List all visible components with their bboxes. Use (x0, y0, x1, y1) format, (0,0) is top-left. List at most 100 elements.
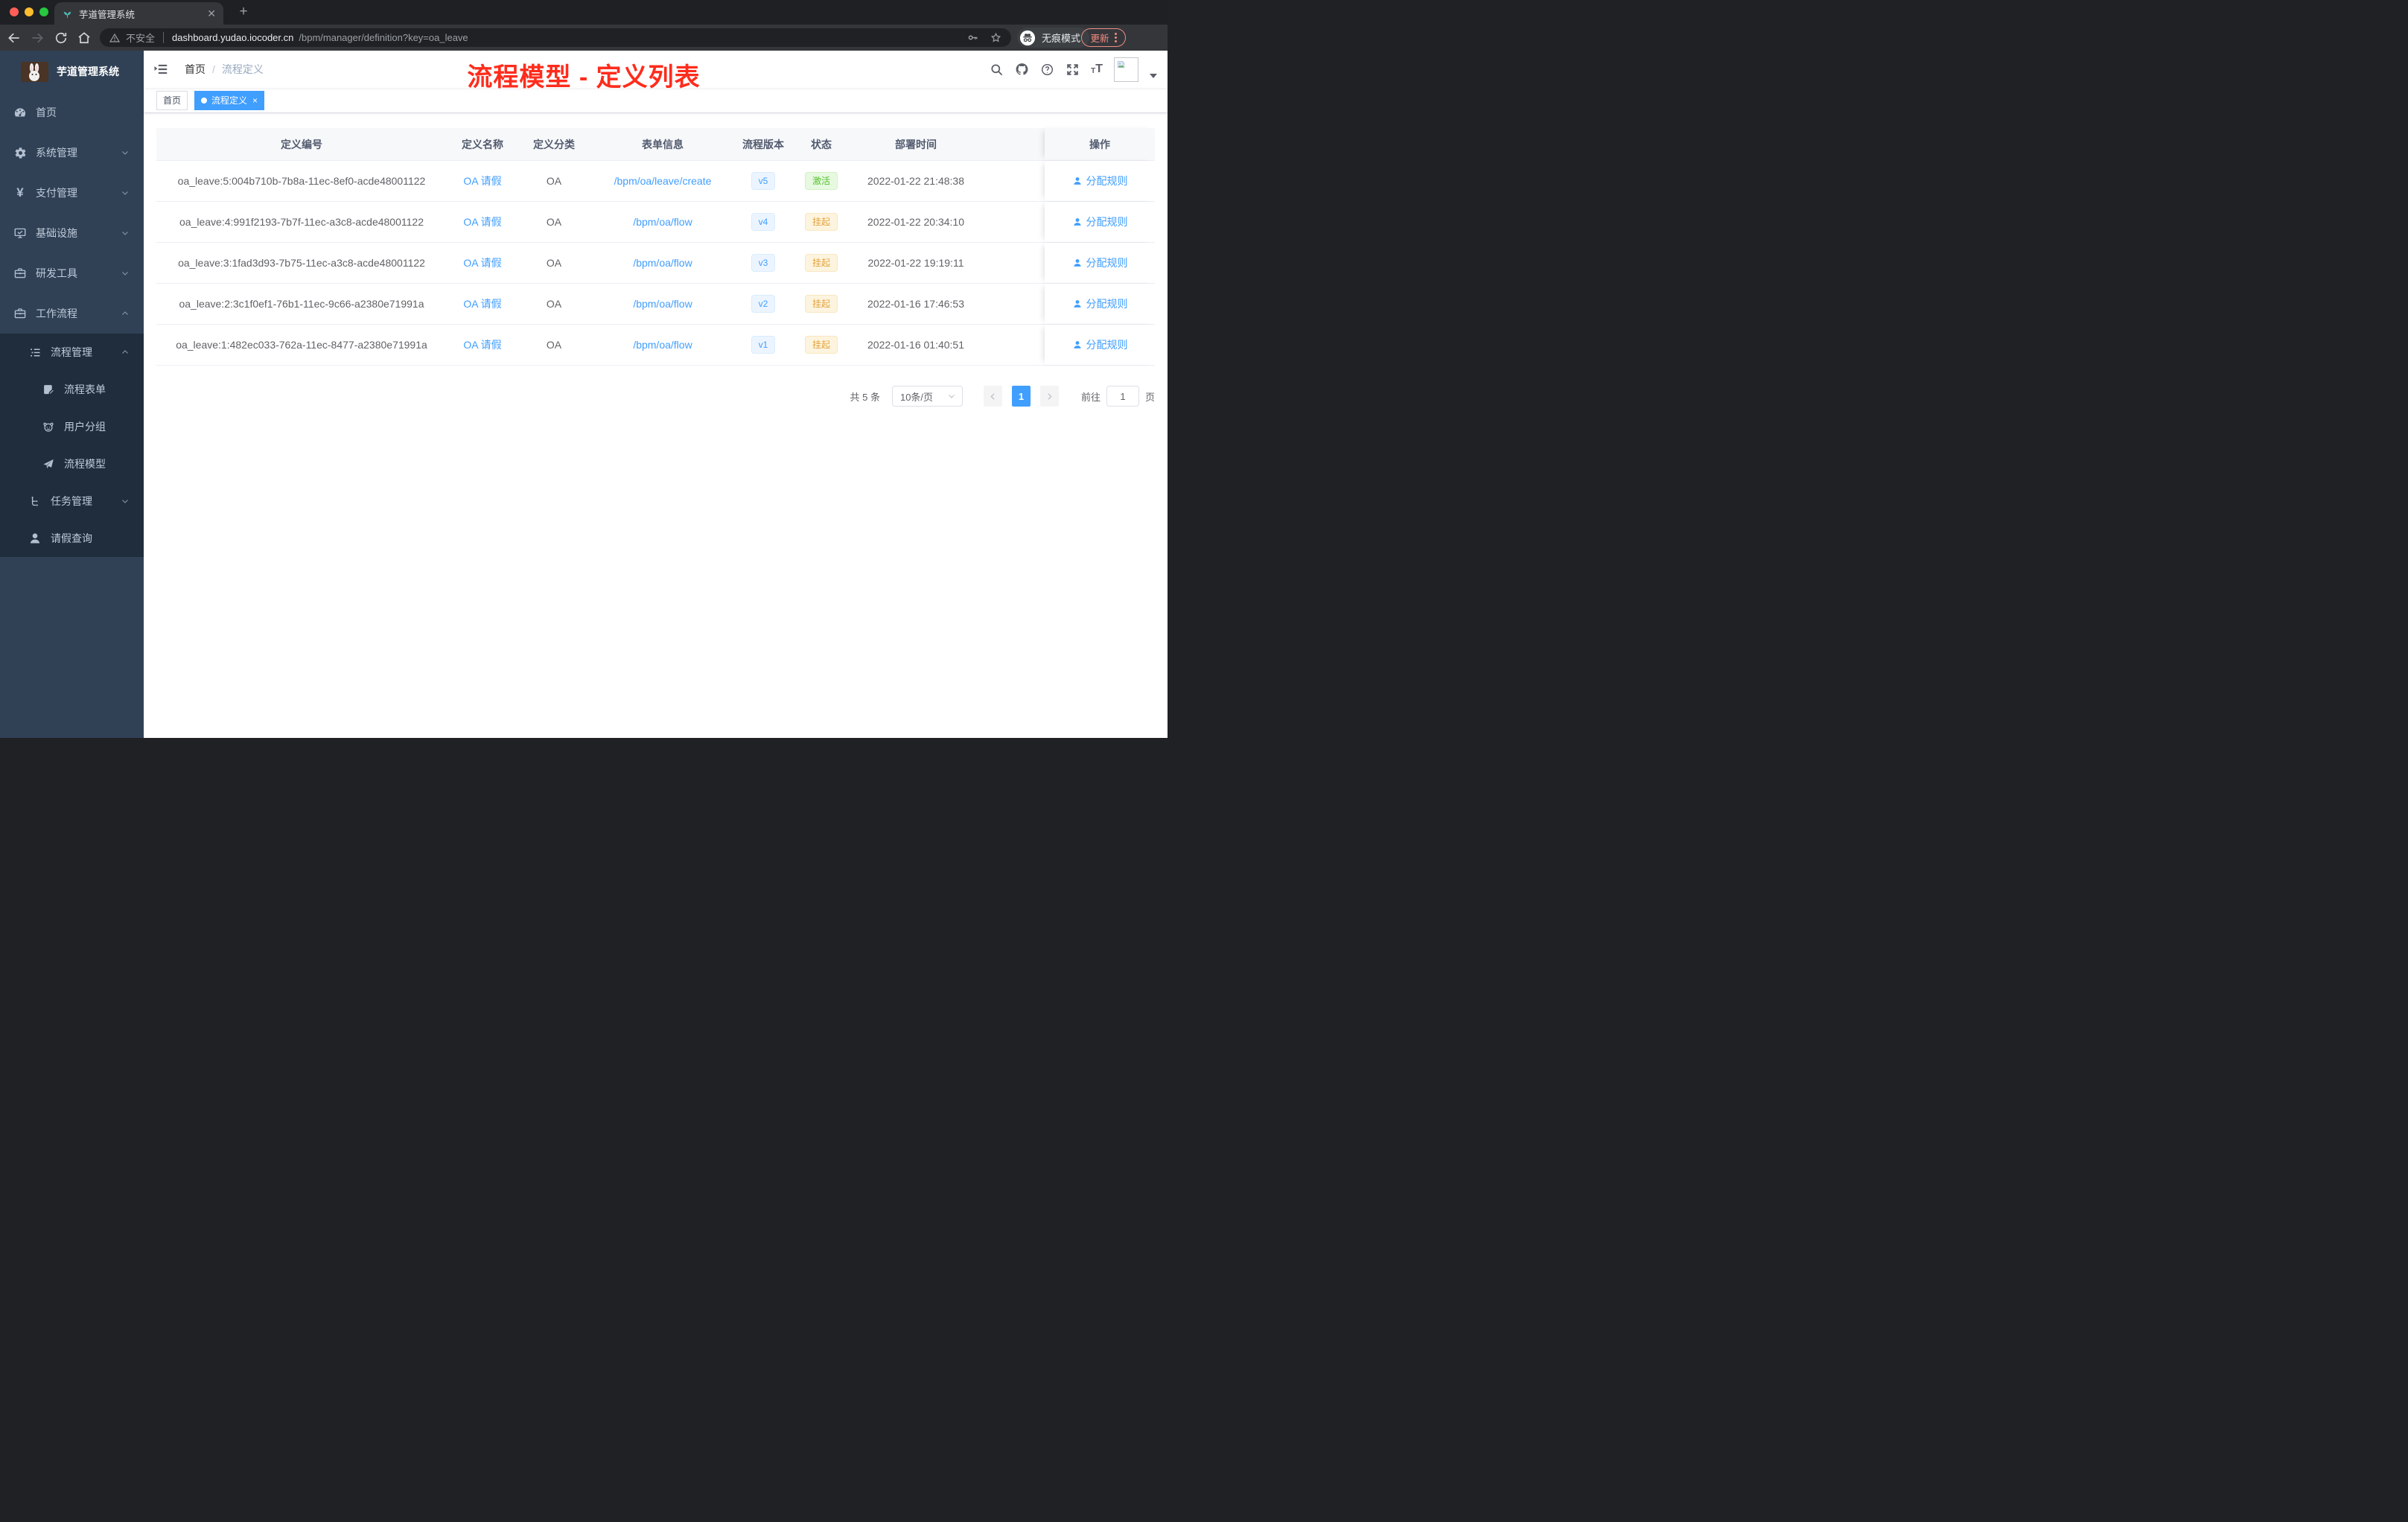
key-icon[interactable] (966, 31, 979, 44)
reload-icon[interactable] (54, 31, 69, 45)
status-badge: 挂起 (804, 336, 838, 354)
broken-image-icon (1117, 60, 1125, 68)
font-size-icon[interactable]: TT (1091, 63, 1103, 75)
github-icon[interactable] (1015, 63, 1029, 77)
yen-icon: ¥ (16, 185, 24, 200)
tag-home[interactable]: 首页 (156, 90, 188, 110)
breadcrumb-separator: / (212, 63, 215, 75)
update-label[interactable]: 更新 (1090, 31, 1109, 45)
definition-id: oa_leave:5:004b710b-7b8a-11ec-8ef0-acde4… (177, 175, 426, 187)
filler-cell (980, 202, 1045, 242)
new-tab-button[interactable]: + (234, 4, 253, 22)
avatar-dropdown-icon[interactable] (1150, 74, 1157, 78)
goto-page-input[interactable] (1106, 386, 1139, 407)
sidebar-item-dev-tools[interactable]: 研发工具 (0, 253, 144, 293)
fullscreen-icon[interactable] (1066, 63, 1080, 77)
incognito-badge: 无痕模式 (1017, 28, 1090, 48)
form-info-link[interactable]: /bpm/oa/flow (633, 216, 692, 228)
form-info-link[interactable]: /bpm/oa/flow (633, 257, 692, 269)
next-page-button[interactable] (1039, 386, 1059, 407)
flow-tree-icon (28, 494, 42, 508)
window-controls[interactable] (10, 7, 48, 16)
hamburger-icon[interactable] (153, 62, 168, 77)
tags-view-bar: 首页 流程定义 × (144, 88, 1168, 113)
back-icon[interactable] (7, 31, 22, 45)
paper-plane-icon (42, 457, 55, 471)
sidebar-item-label: 研发工具 (36, 267, 77, 279)
assign-rule-link[interactable]: 分配规则 (1072, 337, 1128, 352)
sidebar-item-home[interactable]: 首页 (0, 92, 144, 133)
sidebar-item-user-group[interactable]: 用户分组 (0, 408, 144, 445)
version-badge: v5 (751, 172, 776, 190)
browser-menu-icon[interactable] (1114, 33, 1117, 42)
forward-icon[interactable] (30, 31, 45, 45)
table-row: oa_leave:3:1fad3d93-7b75-11ec-a3c8-acde4… (156, 243, 1155, 284)
address-bar[interactable]: 不安全 dashboard.yudao.iocoder.cn/bpm/manag… (100, 28, 1011, 47)
assign-rule-link[interactable]: 分配规则 (1072, 255, 1128, 270)
form-info-link[interactable]: /bpm/oa/leave/create (614, 175, 712, 187)
sidebar-item-infrastructure[interactable]: 基础设施 (0, 213, 144, 253)
help-icon[interactable] (1040, 63, 1054, 77)
assign-rule-link[interactable]: 分配规则 (1072, 296, 1128, 311)
sidebar-item-process-model[interactable]: 流程模型 (0, 445, 144, 483)
definition-name-link[interactable]: OA 请假 (463, 337, 501, 352)
current-page-button[interactable]: 1 (1011, 386, 1031, 407)
home-icon[interactable] (77, 31, 92, 45)
maximize-window-button[interactable] (39, 7, 48, 16)
definition-name-link[interactable]: OA 请假 (463, 214, 501, 229)
update-button[interactable]: 更新 (1081, 28, 1126, 47)
assign-rule-label: 分配规则 (1086, 298, 1128, 310)
sidebar-item-process-management[interactable]: 流程管理 (0, 334, 144, 371)
sidebar-item-leave-query[interactable]: 请假查询 (0, 520, 144, 557)
form-info-link[interactable]: /bpm/oa/flow (633, 339, 692, 351)
security-warning-icon[interactable] (109, 32, 121, 44)
definition-category: OA (546, 216, 562, 228)
browser-tab[interactable]: 芋道管理系统 ✕ (54, 2, 223, 25)
avatar[interactable] (1114, 57, 1138, 82)
table-row: oa_leave:2:3c1f0ef1-76b1-11ec-9c66-a2380… (156, 284, 1155, 325)
assign-rule-link[interactable]: 分配规则 (1072, 173, 1128, 188)
sidebar: 芋道管理系统 首页 系统管理 ¥ 支付管理 基础设施研发工具工作流程 流程管理流程表单用户… (0, 51, 144, 738)
sidebar-item-system-management[interactable]: 系统管理 (0, 133, 144, 173)
sidebar-logo[interactable]: 芋道管理系统 (0, 51, 144, 92)
form-info-link[interactable]: /bpm/oa/flow (633, 298, 692, 310)
prev-page-button[interactable] (983, 386, 1002, 407)
incognito-label: 无痕模式 (1042, 33, 1081, 44)
status-badge: 挂起 (804, 295, 838, 313)
assign-rule-link[interactable]: 分配规则 (1072, 214, 1128, 229)
breadcrumb-home[interactable]: 首页 (185, 62, 206, 77)
tag-process-definition[interactable]: 流程定义 × (194, 90, 265, 110)
filler-cell (980, 284, 1045, 324)
security-label[interactable]: 不安全 (126, 31, 155, 45)
sidebar-item-task-management[interactable]: 任务管理 (0, 483, 144, 520)
page-size-select[interactable]: 10条/页 (891, 386, 963, 407)
favicon-plant-icon (62, 8, 73, 19)
sidebar-item-payment-management[interactable]: ¥ 支付管理 (0, 173, 144, 213)
chevron-down-icon (949, 395, 955, 398)
tag-close-icon[interactable]: × (252, 95, 258, 106)
definition-name-link[interactable]: OA 请假 (463, 255, 501, 270)
bookmark-star-icon[interactable] (990, 31, 1002, 44)
goto-label: 前往 (1080, 391, 1101, 403)
user-icon (28, 532, 42, 545)
definition-id: oa_leave:2:3c1f0ef1-76b1-11ec-9c66-a2380… (179, 298, 424, 310)
incognito-icon (1019, 30, 1036, 46)
definition-name-link[interactable]: OA 请假 (463, 173, 501, 188)
sidebar-item-process-form[interactable]: 流程表单 (0, 371, 144, 408)
version-badge: v3 (751, 254, 776, 272)
chevron-down-icon (121, 188, 130, 197)
sidebar-item-workflow[interactable]: 工作流程 (0, 293, 144, 334)
definition-name-link[interactable]: OA 请假 (463, 296, 501, 311)
definition-category: OA (546, 298, 562, 310)
definition-category: OA (546, 257, 562, 269)
form-edit-icon (42, 383, 55, 396)
minimize-window-button[interactable] (25, 7, 34, 16)
search-icon[interactable] (990, 63, 1004, 77)
col-header-process-version: 流程版本 (742, 138, 784, 150)
version-badge: v1 (751, 336, 776, 354)
table-row: oa_leave:4:991f2193-7b7f-11ec-a3c8-acde4… (156, 202, 1155, 243)
close-window-button[interactable] (10, 7, 19, 16)
col-header-deploy-time: 部署时间 (895, 138, 937, 150)
tab-close-icon[interactable]: ✕ (207, 8, 216, 19)
sidebar-item-label: 流程表单 (64, 383, 106, 395)
